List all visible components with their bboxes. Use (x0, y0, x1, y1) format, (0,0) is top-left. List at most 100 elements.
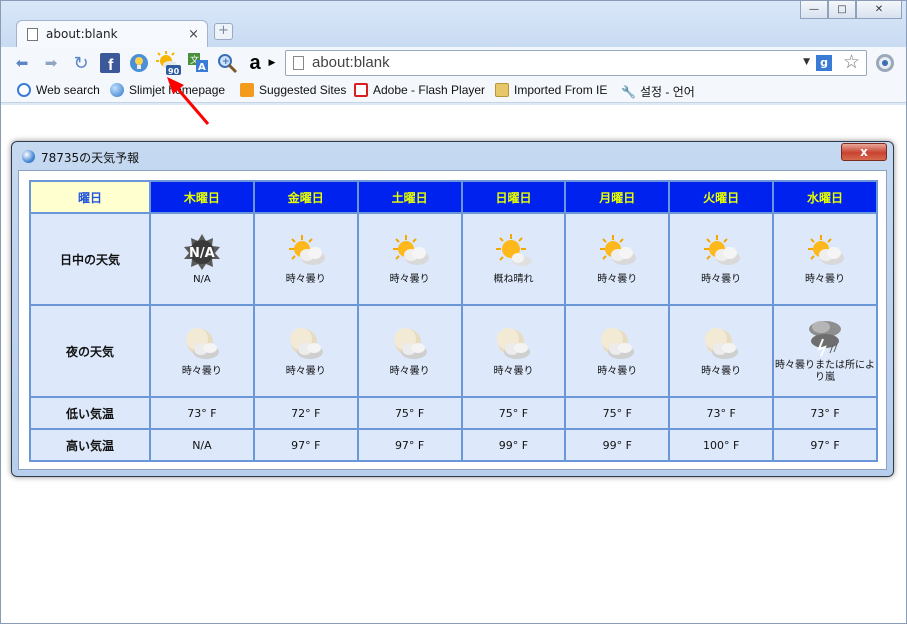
condition-text: 時々曇り (389, 273, 430, 285)
forecast-cell: 概ね晴れ (460, 212, 567, 306)
forecast-cell: 時々曇り (772, 212, 878, 306)
svg-text:+: + (222, 57, 230, 67)
forward-icon[interactable]: ➡ (40, 52, 62, 74)
settings-icon[interactable] (874, 52, 896, 74)
weekday-header: 曜日 (29, 180, 151, 214)
toolbar: ⬅ ➡ ↻ f 90 文A + a ▶ about:blank ▼ g ☆ (1, 47, 906, 81)
tab-close-icon[interactable]: × (188, 27, 199, 42)
condition-text: 時々曇り (805, 273, 846, 285)
bookmark-web-search[interactable]: Web search (17, 83, 100, 97)
forecast-cell: 時々曇り (149, 304, 255, 398)
partly-cloudy-day-icon (808, 234, 845, 265)
weather-badge: 90 (168, 67, 180, 76)
suggested-sites-icon (240, 83, 254, 97)
row-label: 日中の天気 (29, 212, 151, 306)
partly-cloudy-day-icon (704, 234, 741, 265)
more-extensions-icon[interactable]: ▶ (266, 52, 278, 74)
page-icon (27, 27, 38, 41)
condition-text: 時々曇りまたは所により嵐 (775, 359, 876, 383)
adobe-icon (354, 83, 368, 97)
low-temp-cell: 73° F (668, 396, 775, 430)
condition-text: 時々曇り (493, 365, 534, 377)
popup-close-button[interactable]: x (841, 143, 887, 161)
day-header: 木曜日 (149, 180, 255, 214)
weather-app-icon (22, 150, 35, 163)
bookmark-adobe-flash[interactable]: Adobe - Flash Player (354, 83, 485, 97)
bookmarks-bar: Web search Slimjet homepage Suggested Si… (1, 81, 906, 103)
low-temp-cell: 73° F (772, 396, 878, 430)
forecast-cell: 時々曇り (668, 304, 775, 398)
svg-text:f: f (108, 57, 114, 73)
night-weather-row: 夜の天気 時々曇り 時々曇り 時々曇り 時々曇り 時々曇り 時々曇り 時々曇りま… (29, 304, 878, 398)
svg-text:N/A: N/A (189, 246, 215, 261)
translate-icon[interactable]: 文A (187, 52, 209, 74)
low-temp-cell: 75° F (356, 396, 463, 430)
high-temp-cell: 97° F (772, 428, 878, 462)
forecast-cell: 時々曇り (252, 212, 359, 306)
popup-title: 78735の天気予報 (41, 151, 140, 165)
reload-icon[interactable]: ↻ (70, 52, 92, 74)
forecast-cell: 時々曇りまたは所により嵐 (772, 304, 878, 398)
page-icon (293, 56, 304, 70)
bookmark-label: Web search (36, 83, 100, 97)
day-header: 火曜日 (668, 180, 775, 214)
bookmark-suggested-sites[interactable]: Suggested Sites (240, 83, 346, 97)
maximize-button[interactable]: □ (828, 1, 856, 19)
google-search-icon[interactable]: g (816, 55, 832, 71)
low-temp-cell: 75° F (564, 396, 671, 430)
forecast-cell: 時々曇り (356, 304, 463, 398)
partly-cloudy-night-icon (393, 327, 427, 359)
bookmark-settings-language[interactable]: 🔧 설정 - 언어 (621, 83, 695, 100)
condition-text: 時々曇り (285, 365, 326, 377)
partly-cloudy-day-icon (600, 234, 637, 265)
high-temp-cell: 97° F (252, 428, 359, 462)
condition-text: 時々曇り (597, 273, 638, 285)
partly-cloudy-night-icon (601, 327, 635, 359)
bookmark-label: Imported From IE (514, 83, 608, 97)
minimize-button[interactable]: — (800, 1, 828, 19)
amazon-icon[interactable]: a (244, 52, 266, 74)
star-icon[interactable]: ☆ (843, 51, 860, 73)
condition-text: 時々曇り (285, 273, 326, 285)
row-label: 夜の天気 (29, 304, 151, 398)
bookmark-slimjet-homepage[interactable]: Slimjet homepage (110, 83, 225, 97)
address-bar[interactable]: about:blank ▼ g ☆ (285, 50, 867, 76)
lightbulb-icon[interactable] (128, 52, 150, 74)
forecast-cell: 時々曇り (460, 304, 567, 398)
back-icon[interactable]: ⬅ (11, 52, 33, 74)
forecast-cell: 時々曇り (356, 212, 463, 306)
day-header: 水曜日 (772, 180, 878, 214)
header-row: 曜日 木曜日 金曜日 土曜日 日曜日 月曜日 火曜日 水曜日 (29, 180, 878, 214)
forecast-cell: 時々曇り (668, 212, 775, 306)
url-text[interactable]: about:blank (312, 54, 390, 71)
condition-text: 時々曇り (181, 365, 222, 377)
window-controls: — □ ✕ (800, 1, 902, 19)
forecast-table: 曜日 木曜日 金曜日 土曜日 日曜日 月曜日 火曜日 水曜日 日中の天気 N/A… (29, 180, 878, 462)
row-label: 低い気温 (29, 396, 151, 430)
facebook-icon[interactable]: f (99, 52, 121, 74)
high-temp-cell: 99° F (460, 428, 567, 462)
bookmark-imported-from-ie[interactable]: Imported From IE (495, 83, 607, 97)
zoom-icon[interactable]: + (216, 52, 238, 74)
weather-extension-icon[interactable]: 90 (155, 50, 181, 76)
search-icon (17, 83, 31, 97)
storm-icon (809, 320, 842, 356)
partly-cloudy-night-icon (497, 327, 531, 359)
condition-text: 概ね晴れ (493, 273, 534, 285)
high-temp-cell: N/A (149, 428, 255, 462)
partly-cloudy-day-icon (288, 234, 325, 265)
day-header: 日曜日 (460, 180, 567, 214)
close-window-button[interactable]: ✕ (856, 1, 902, 19)
chevron-down-icon[interactable]: ▼ (803, 57, 810, 67)
folder-icon (495, 83, 509, 97)
row-label: 高い気温 (29, 428, 151, 462)
condition-text: N/A (193, 273, 211, 285)
tab-title: about:blank (46, 27, 118, 41)
condition-text: 時々曇り (597, 365, 638, 377)
condition-text: 時々曇り (701, 365, 742, 377)
day-header: 月曜日 (564, 180, 671, 214)
partly-cloudy-day-icon (392, 234, 429, 265)
browser-frame: — □ ✕ about:blank × + ⬅ ➡ ↻ f 90 文A + a … (1, 1, 906, 105)
tab-about-blank[interactable]: about:blank × (16, 20, 208, 47)
new-tab-button[interactable]: + (214, 23, 233, 40)
